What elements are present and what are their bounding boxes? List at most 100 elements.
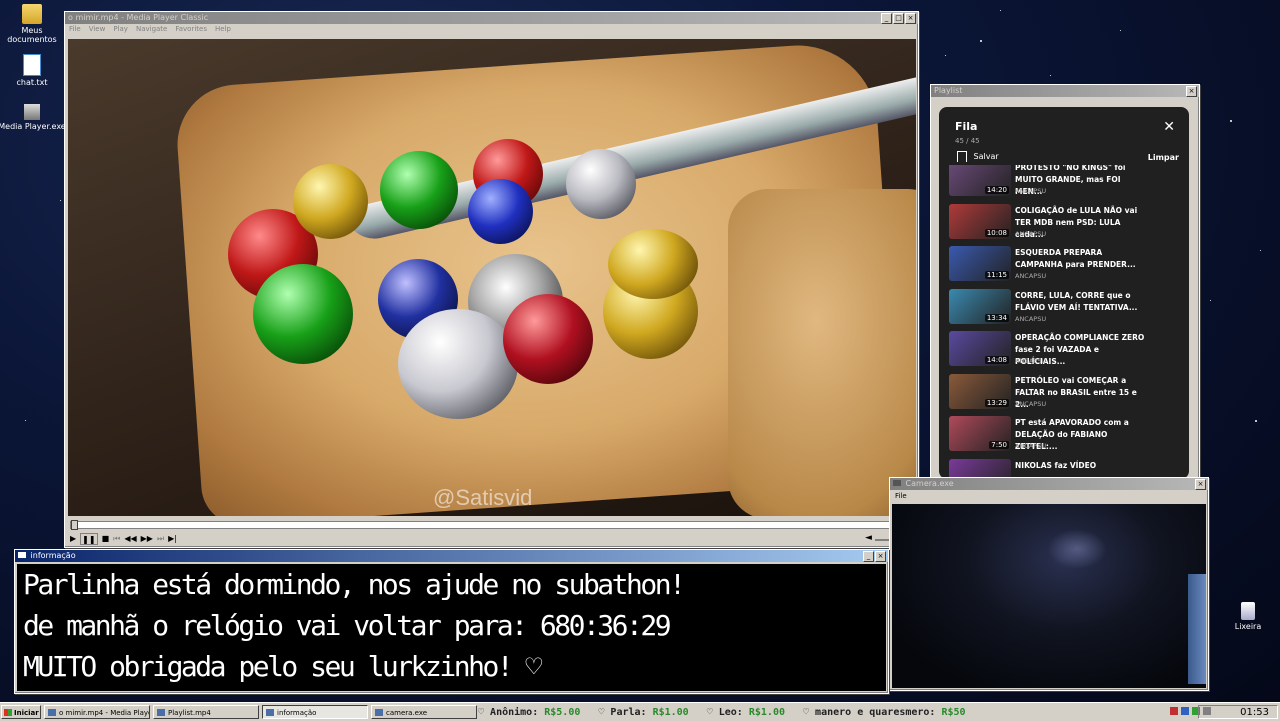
windows-logo-icon xyxy=(4,709,12,716)
close-button[interactable]: × xyxy=(1195,479,1206,490)
menu-file[interactable]: File xyxy=(69,24,81,35)
task-label: informação xyxy=(277,709,317,717)
recycle-bin-icon xyxy=(1241,602,1255,620)
taskbar: Iniciar o mimir.mp4 - Media Playe... Pla… xyxy=(0,702,1280,721)
menu-help[interactable]: Help xyxy=(215,24,231,35)
start-label: Iniciar xyxy=(14,709,39,717)
seek-bar[interactable] xyxy=(70,520,912,530)
task-label: camera.exe xyxy=(386,709,428,717)
donation-ticker: ♡ Anônimo: R$5.00 ♡ Parla: R$1.00 ♡ Leo:… xyxy=(478,706,1168,719)
start-button[interactable]: Iniciar xyxy=(1,705,41,719)
desktop-icon-chat[interactable]: chat.txt xyxy=(0,54,66,87)
menu-navigate[interactable]: Navigate xyxy=(136,24,167,35)
playlist-window[interactable]: Playlist × Fila 45 / 45 ✕ Salvar Limpar … xyxy=(930,84,1200,482)
camera-icon xyxy=(375,709,383,716)
tray-icon[interactable] xyxy=(1181,707,1189,715)
playlist-item[interactable]: 14:20 PROTESTO "NO KINGS" foi MUITO GRAND… xyxy=(939,165,1179,203)
playlist-item[interactable]: 7:50 PT está APAVORADO com a DELAÇÃO do F… xyxy=(939,416,1179,458)
video-thumbnail: 10:08 xyxy=(949,203,1011,239)
minimize-button[interactable]: _ xyxy=(881,13,892,24)
tray-icon[interactable] xyxy=(1170,707,1178,715)
play-icon[interactable]: ▶ xyxy=(70,533,76,545)
playback-controls: ▶ ❚❚ ■ ⏮ ◀◀ ▶▶ ⏭ ▶| xyxy=(70,533,177,545)
save-button[interactable]: Salvar xyxy=(957,151,999,162)
video-channel: ANCAPSU xyxy=(1015,314,1047,323)
playlist-item[interactable]: 13:34 CORRE, LULA, CORRE que o FLÁVIO VEM… xyxy=(939,288,1179,331)
stop-icon[interactable]: ■ xyxy=(102,533,110,545)
frame-step-icon[interactable]: ▶| xyxy=(168,533,177,545)
camera-titlebar[interactable]: Camera.exe × xyxy=(890,478,1208,490)
video-channel: ANCAPSU xyxy=(1015,399,1047,408)
skip-back-icon[interactable]: ⏮ xyxy=(113,533,120,545)
playlist-list: 14:20 PROTESTO "NO KINGS" foi MUITO GRAND… xyxy=(939,165,1189,479)
menu-view[interactable]: View xyxy=(89,24,106,35)
save-label: Salvar xyxy=(973,152,999,161)
clear-button[interactable]: Limpar xyxy=(1148,153,1179,162)
close-button[interactable]: × xyxy=(1186,86,1197,97)
camera-screen-glow xyxy=(1188,574,1206,684)
video-title: ESQUERDA PREPARA CAMPANHA para PRENDER..… xyxy=(1015,248,1136,269)
playlist-item[interactable]: 14:08 OPERAÇÃO COMPLIANCE ZERO fase 2 foi… xyxy=(939,331,1179,373)
task-label: o mimir.mp4 - Media Playe... xyxy=(59,709,150,717)
info-line: Parlinha está dormindo, nos ajude no sub… xyxy=(23,568,686,601)
video-channel: ANCAPSU xyxy=(1015,187,1047,195)
camera-window[interactable]: Camera.exe × File xyxy=(889,477,1209,691)
playlist-titlebar[interactable]: Playlist × xyxy=(931,85,1199,97)
video-title: CORRE, LULA, CORRE que o FLÁVIO VEM AÍ! … xyxy=(1015,290,1138,312)
playlist-icon xyxy=(157,709,165,716)
info-line: de manhã o relógio vai voltar para: 680:… xyxy=(23,609,672,642)
task-button-playlist[interactable]: Playlist.mp4 xyxy=(153,705,259,719)
video-thumbnail: 14:20 xyxy=(949,165,1011,196)
taskbar-clock[interactable]: 01:53 xyxy=(1198,705,1278,719)
info-titlebar[interactable]: informação _ × xyxy=(15,550,888,562)
video-thumbnail: 11:15 xyxy=(949,246,1011,281)
ornament xyxy=(398,309,518,419)
camera-feed xyxy=(892,504,1206,688)
desktop-icon-label: Meus documentos xyxy=(7,26,57,44)
close-button[interactable]: × xyxy=(875,551,886,562)
menu-play[interactable]: Play xyxy=(113,24,128,35)
info-window[interactable]: informação _ × Parlinha está dormindo, n… xyxy=(14,549,889,694)
ornament xyxy=(608,229,698,299)
video-channel: ANCAPSU xyxy=(1015,229,1047,238)
menu-favorites[interactable]: Favorites xyxy=(175,24,207,35)
video-duration: 13:34 xyxy=(984,313,1009,322)
task-button-camera[interactable]: camera.exe xyxy=(371,705,477,719)
playlist-item[interactable]: 11:15 ESQUERDA PREPARA CAMPANHA para PREN… xyxy=(939,246,1179,288)
playlist-heading: Fila xyxy=(955,120,978,133)
desktop-icon-recycle-bin[interactable]: Lixeira xyxy=(1214,602,1280,631)
video-channel: ANCAPSU xyxy=(1015,272,1047,280)
ticker-entry: ♡ manero e quaresmero: R$50 xyxy=(803,707,966,718)
maximize-button[interactable]: □ xyxy=(893,13,904,24)
info-text-area: Parlinha está dormindo, nos ajude no sub… xyxy=(17,564,886,691)
close-button[interactable]: × xyxy=(905,13,916,24)
desktop-icon-media-player[interactable]: Media Player.exe xyxy=(0,104,66,131)
minimize-button[interactable]: _ xyxy=(863,551,874,562)
desktop-icon-documents[interactable]: Meus documentos xyxy=(0,4,66,44)
video-duration: 11:15 xyxy=(984,271,1009,279)
skip-forward-icon[interactable]: ⏭ xyxy=(157,533,164,545)
video-frame[interactable]: @Satisvid xyxy=(68,39,916,516)
rewind-icon[interactable]: ◀◀ xyxy=(124,533,136,545)
fast-forward-icon[interactable]: ▶▶ xyxy=(141,533,153,545)
task-button-media-player[interactable]: o mimir.mp4 - Media Playe... xyxy=(44,705,150,719)
media-player-titlebar[interactable]: o mimir.mp4 - Media Player Classic _ □ × xyxy=(65,12,918,24)
ornament xyxy=(503,294,593,384)
bookmark-icon xyxy=(957,151,967,162)
playlist-item[interactable]: NIKOLAS faz VÍDEO xyxy=(939,458,1179,479)
desktop-icon-label: Media Player.exe xyxy=(0,122,66,131)
close-icon[interactable]: ✕ xyxy=(1163,119,1175,135)
window-icon xyxy=(266,709,274,716)
media-player-window[interactable]: o mimir.mp4 - Media Player Classic _ □ ×… xyxy=(64,11,919,548)
playlist-item[interactable]: 10:08 COLIGAÇÃO de LULA NÃO vai TER MDB n… xyxy=(939,203,1179,246)
playlist-count: 45 / 45 xyxy=(955,137,980,145)
ticker-entry: ♡ Leo: R$1.00 xyxy=(706,707,785,718)
volume-icon[interactable]: ◄ xyxy=(865,533,872,543)
media-player-icon xyxy=(48,709,56,716)
playlist-item[interactable]: 13:29 PETRÓLEO vai COMEÇAR a FALTAR no BR… xyxy=(939,373,1179,416)
seek-handle[interactable] xyxy=(71,520,78,530)
camera-menu-file[interactable]: File xyxy=(890,490,1208,502)
info-line: MUITO obrigada pelo seu lurkzinho! ♡ xyxy=(23,650,542,683)
task-button-info[interactable]: informação xyxy=(262,705,368,719)
pause-icon[interactable]: ❚❚ xyxy=(80,533,98,545)
